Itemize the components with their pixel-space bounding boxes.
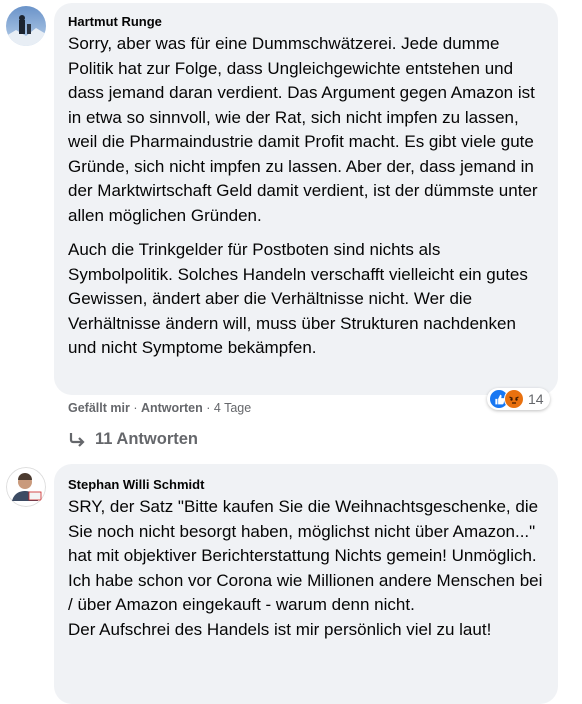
- reply-link[interactable]: Antworten: [141, 401, 203, 415]
- avatar-photo: [6, 467, 46, 507]
- comment-paragraph: Auch die Trinkgelder für Postboten sind …: [68, 240, 528, 357]
- comment-age[interactable]: 4 Tage: [214, 401, 251, 415]
- comment-author[interactable]: Hartmut Runge: [68, 14, 544, 29]
- avatar-photo: [6, 6, 46, 46]
- reaction-summary[interactable]: 14: [487, 388, 550, 410]
- separator: ·: [206, 401, 214, 415]
- comment-bubble: Stephan Willi Schmidt SRY, der Satz "Bit…: [54, 464, 558, 704]
- avatar-hartmut-runge[interactable]: [6, 6, 46, 46]
- comment-paragraph: Sorry, aber was für eine Dummschwätzerei…: [68, 34, 538, 225]
- comment-paragraph: SRY, der Satz "Bitte kaufen Sie die Weih…: [68, 497, 543, 614]
- reply-arrow-icon: [69, 432, 85, 447]
- angry-reaction-icon: [504, 389, 524, 409]
- replies-count: 11 Antworten: [95, 430, 198, 448]
- comment-actions: Gefällt mir · Antworten · 4 Tage: [68, 401, 251, 415]
- view-replies-link[interactable]: 11 Antworten: [68, 430, 198, 449]
- separator: ·: [133, 401, 141, 415]
- avatar-stephan-willi-schmidt[interactable]: [6, 467, 46, 507]
- reaction-count: 14: [528, 391, 544, 407]
- comment-paragraph: Der Aufschrei des Handels ist mir persön…: [68, 619, 492, 639]
- comment-bubble: Hartmut Runge Sorry, aber was für eine D…: [54, 3, 558, 395]
- comment-author[interactable]: Stephan Willi Schmidt: [68, 477, 544, 492]
- like-link[interactable]: Gefällt mir: [68, 401, 130, 415]
